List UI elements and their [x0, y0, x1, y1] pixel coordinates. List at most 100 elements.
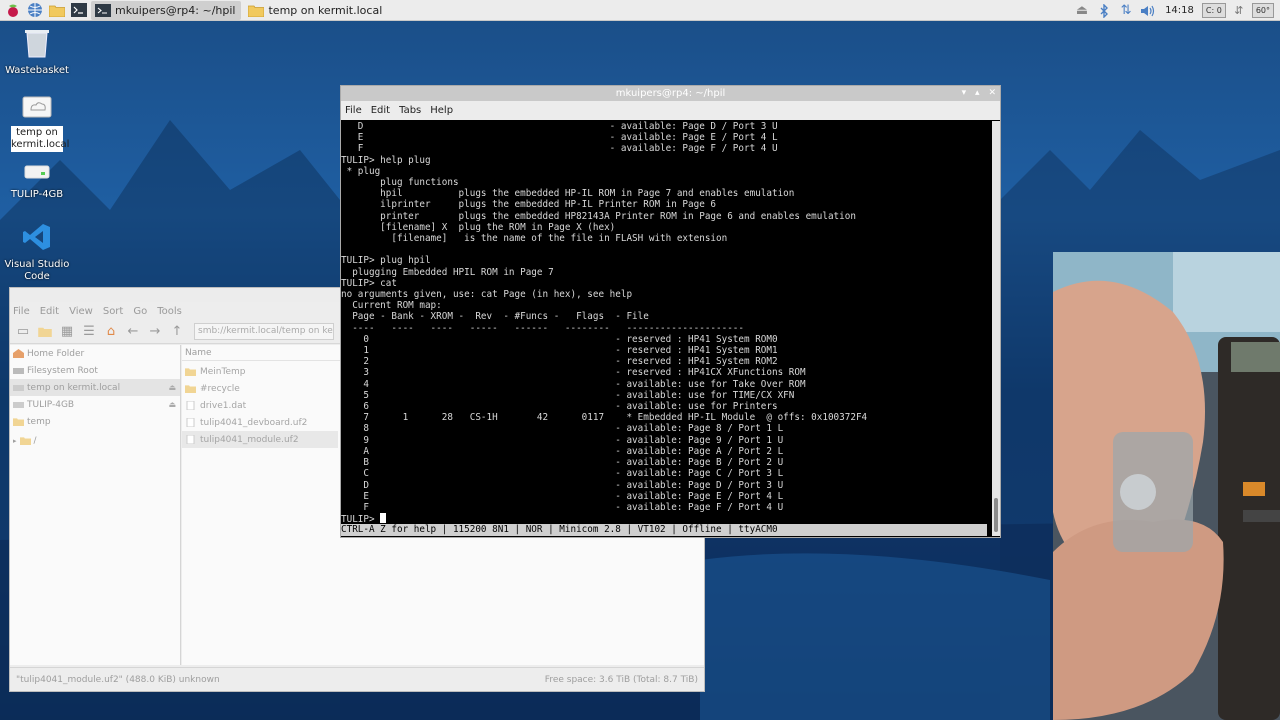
desktop-icon-label: Visual Studio Code [4, 259, 70, 282]
file-manager-icon[interactable] [48, 2, 66, 19]
menu-sort[interactable]: Sort [103, 306, 124, 317]
new-window-icon[interactable]: ▭ [14, 324, 32, 340]
terminal-line: 3 - reserved : HP41CX XFunctions ROM [341, 367, 806, 379]
task-label: mkuipers@rp4: ~/hpil [115, 3, 236, 17]
terminal-icon [95, 3, 111, 17]
desktop-icon-label: Wastebasket [5, 65, 69, 76]
tree-item-root[interactable]: ▸ / [10, 432, 180, 449]
menu-view[interactable]: View [69, 306, 93, 317]
file-name: tulip4041_module.uf2 [200, 434, 299, 445]
file-icon [186, 401, 195, 410]
list-view-icon[interactable]: ☰ [80, 324, 98, 340]
sidebar-item-label: temp [27, 416, 51, 427]
usb-drive-icon [24, 165, 50, 179]
scrollbar[interactable] [992, 121, 1000, 536]
sidebar-item-label: temp on kermit.local [27, 382, 121, 393]
forward-arrow-icon[interactable]: → [146, 324, 164, 340]
sidebar-item-home[interactable]: Home Folder [10, 345, 180, 362]
folder-icon [185, 368, 196, 376]
sync-icon[interactable]: ⇵ [1230, 2, 1248, 20]
cpu-monitor[interactable]: C: 0 [1201, 3, 1226, 18]
terminal-line: 4 - available: use for Take Over ROM [341, 378, 806, 390]
terminal-line: 9 - available: Page 9 / Port 1 U [341, 434, 784, 446]
expand-arrow-icon[interactable]: ▸ [13, 437, 17, 445]
desktop-icon-wastebasket[interactable]: Wastebasket [0, 28, 74, 77]
menu-tabs[interactable]: Tabs [399, 105, 421, 116]
back-arrow-icon[interactable]: ← [124, 324, 142, 340]
new-folder-icon[interactable] [36, 324, 54, 340]
volume-icon[interactable] [1139, 2, 1157, 20]
menu-tools[interactable]: Tools [157, 306, 182, 317]
file-icon [186, 418, 195, 427]
raspberry-menu-icon[interactable] [4, 2, 22, 19]
task-file-manager[interactable]: temp on kermit.local [244, 1, 388, 20]
task-terminal[interactable]: mkuipers@rp4: ~/hpil [91, 0, 242, 20]
sidebar-item-tulip-drive[interactable]: TULIP-4GB ⏏ [10, 396, 180, 413]
eject-icon[interactable]: ⏏ [1073, 2, 1091, 20]
file-row[interactable]: MeinTemp [182, 363, 338, 380]
close-icon[interactable]: ✕ [988, 88, 996, 98]
folder-icon [19, 437, 31, 445]
file-row[interactable]: #recycle [182, 380, 338, 397]
column-header-name[interactable]: Name [182, 345, 342, 361]
sidebar-item-label: TULIP-4GB [27, 399, 75, 410]
terminal-output: D - available: Page D / Port 3 U E - ava… [341, 121, 993, 513]
temperature-monitor[interactable]: 60° [1251, 3, 1274, 18]
menu-help[interactable]: Help [430, 105, 453, 116]
home-folder-icon [13, 349, 24, 358]
eject-icon[interactable]: ⏏ [168, 400, 176, 409]
folder-icon [13, 418, 24, 426]
file-row[interactable]: tulip4041_module.uf2 [182, 431, 338, 448]
terminal-launcher-icon[interactable] [70, 2, 88, 19]
icon-view-icon[interactable]: ▦ [58, 324, 76, 340]
network-icon[interactable]: ⇅ [1117, 2, 1135, 20]
terminal-line: ---- ---- ---- ----- ------ -------- ---… [341, 322, 744, 334]
terminal-line: 0 - reserved : HP41 System ROM0 [341, 333, 778, 345]
terminal-line: A - available: Page A / Port 2 L [341, 445, 784, 457]
menu-file[interactable]: File [13, 306, 30, 317]
folder-icon [248, 5, 265, 17]
terminal-line: 8 - available: Page 8 / Port 1 L [341, 423, 784, 435]
terminal-line: F - available: Page F / Port 4 U [341, 143, 778, 155]
terminal-line: 6 - available: use for Printers [341, 401, 778, 413]
menu-edit[interactable]: Edit [40, 306, 59, 317]
file-name: tulip4041_devboard.uf2 [200, 417, 308, 428]
free-space-info: Free space: 3.6 TiB (Total: 8.7 TiB) [544, 674, 698, 685]
maximize-icon[interactable]: ▴ [975, 88, 980, 98]
desktop-icon-label: temp on kermit.local [11, 126, 70, 152]
menu-go[interactable]: Go [133, 306, 147, 317]
status-bar: "tulip4041_module.uf2" (488.0 KiB) unkno… [10, 667, 704, 691]
window-title-bar[interactable]: mkuipers@rp4: ~/hpil ▾ ▴ ✕ [341, 86, 1000, 101]
up-arrow-icon[interactable]: ↑ [168, 324, 186, 340]
web-browser-icon[interactable] [26, 2, 44, 19]
home-icon[interactable]: ⌂ [102, 324, 120, 340]
sidebar-item-filesystem-root[interactable]: Filesystem Root [10, 362, 180, 379]
terminal-line: TULIP> plug hpil [341, 255, 431, 267]
sidebar-item-temp[interactable]: temp [10, 413, 180, 430]
desktop-icon-network-share[interactable]: temp on kermit.local [0, 95, 74, 152]
terminal-prompt: TULIP> [341, 514, 381, 524]
terminal-line: no arguments given, use: cat Page (in he… [341, 289, 633, 301]
bluetooth-icon[interactable] [1095, 2, 1113, 20]
desktop-icon-vscode[interactable]: Visual Studio Code [0, 222, 74, 283]
terminal-prompt-line[interactable]: TULIP> [341, 513, 993, 524]
desktop-icon-label: TULIP-4GB [10, 189, 64, 200]
sidebar-item-network-share[interactable]: temp on kermit.local ⏏ [10, 379, 180, 396]
desktop-icon-tulip-drive[interactable]: TULIP-4GB [0, 162, 74, 201]
scrollbar-thumb[interactable] [994, 498, 998, 532]
terminal-screen[interactable]: D - available: Page D / Port 3 U E - ava… [341, 121, 993, 524]
system-tray: ⏏ ⇅ 14:18 C: 0 ⇵ 60° [1071, 0, 1280, 21]
terminal-line: Page - Bank - XROM - Rev - #Funcs - Flag… [341, 311, 649, 323]
eject-icon[interactable]: ⏏ [168, 383, 176, 392]
minimize-icon[interactable]: ▾ [962, 88, 967, 98]
file-row[interactable]: drive1.dat [182, 397, 338, 414]
text-cursor [380, 513, 387, 524]
menu-file[interactable]: File [345, 105, 362, 116]
clock[interactable]: 14:18 [1165, 5, 1194, 16]
menu-edit[interactable]: Edit [371, 105, 390, 116]
minicom-status-line: CTRL-A Z for help | 115200 8N1 | NOR | M… [341, 524, 987, 536]
hard-drive-icon [13, 368, 24, 374]
path-bar[interactable]: smb://kermit.local/temp on kerm [194, 323, 334, 340]
selection-info: "tulip4041_module.uf2" (488.0 KiB) unkno… [16, 674, 220, 685]
file-row[interactable]: tulip4041_devboard.uf2 [182, 414, 338, 431]
